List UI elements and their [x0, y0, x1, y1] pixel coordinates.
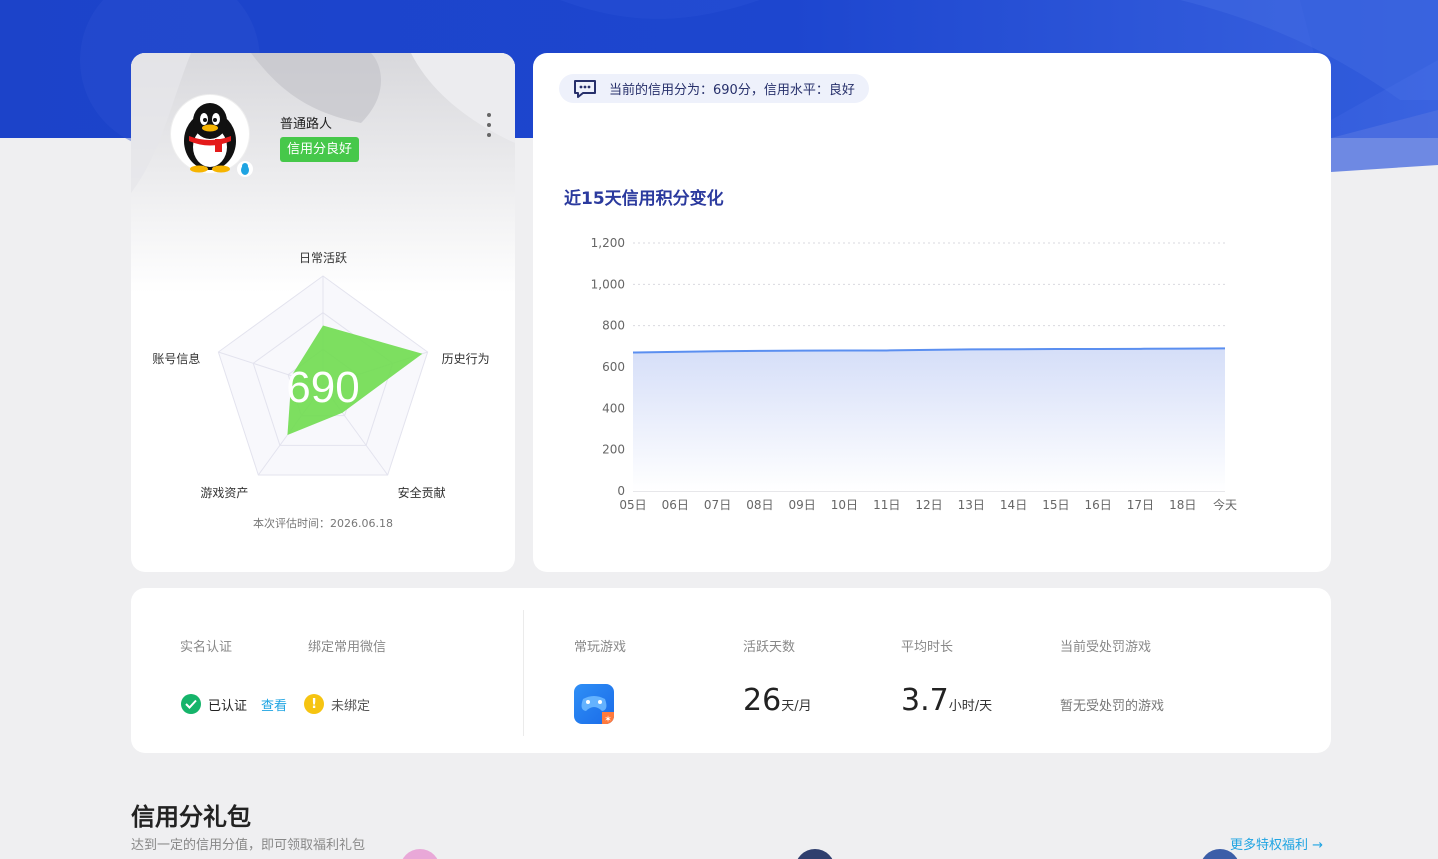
x-tick-label: 11日 [873, 498, 900, 512]
realname-status: 已认证 [208, 698, 248, 714]
credit-radar-chart: 690 日常活跃历史行为安全贡献 游戏资产 账号信息 [152, 251, 490, 500]
x-tick-label: 15日 [1042, 498, 1069, 512]
gift-section-subtitle: 达到一定的信用分值，即可领取福利礼包 [131, 838, 366, 853]
credit-profile-card: 普通路人 信用分良好 690 日常活跃历史行为安全贡献 游戏资产 账号信息 本次评估时… [131, 53, 515, 572]
active-days-label: 活跃天数 [743, 640, 796, 655]
radar-axis-label: 账号信息 [152, 351, 200, 366]
x-tick-label: 09日 [789, 498, 816, 512]
x-tick-label: 今天 [1213, 497, 1237, 512]
y-tick-label: 600 [602, 360, 625, 374]
games-label: 常玩游戏 [574, 640, 627, 655]
x-tick-label: 14日 [1000, 498, 1027, 512]
x-tick-label: 10日 [831, 498, 858, 512]
radar-axis-label: 日常活跃 [299, 251, 347, 265]
x-tick-label: 18日 [1169, 498, 1196, 512]
x-tick-label: 06日 [662, 498, 689, 512]
game-icon[interactable]: ✶ [574, 684, 614, 724]
credit-notice-text: 当前的信用分为：690分，信用水平：良好 [609, 83, 855, 98]
nickname: 普通路人 [280, 117, 333, 132]
y-tick-label: 200 [602, 443, 625, 457]
warning-icon: ! [304, 694, 325, 714]
credit-notice: 当前的信用分为：690分，信用水平：良好 [559, 74, 869, 103]
radar-axis-label: 游戏资产 [200, 486, 248, 500]
evaluation-time: 本次评估时间：2026.06.18 [253, 517, 393, 530]
more-privileges-link[interactable]: 更多特权福利 → [1230, 834, 1323, 853]
credit-trend-card: 0 200 400 600 800 1,000 1,200 05日 06日 07日 08日 09日 10… [533, 53, 1331, 572]
account-stats-card: 实名认证 绑定常用微信 已认证 查看 ! 未绑定 常玩游戏 ✶ 活跃天数 26天… [131, 588, 1331, 753]
stats-divider [523, 610, 524, 736]
x-tick-label: 07日 [704, 498, 731, 512]
more-vertical-icon[interactable] [481, 113, 497, 137]
y-tick-label: 1,200 [591, 236, 625, 250]
gift-item-peek [795, 849, 835, 859]
penalty-games-value: 暂无受处罚的游戏 [1060, 699, 1165, 714]
verification-status: 已认证 查看 ! 未绑定 [181, 694, 370, 714]
x-tick-label: 08日 [746, 498, 773, 512]
chart-title: 近15天信用积分变化 [564, 189, 724, 209]
wechat-label: 绑定常用微信 [308, 640, 387, 655]
avatar[interactable] [171, 95, 253, 177]
x-tick-label: 16日 [1085, 498, 1112, 512]
message-icon [574, 79, 596, 98]
check-circle-icon [181, 694, 201, 714]
y-tick-label: 1,000 [591, 277, 625, 291]
realname-label: 实名认证 [180, 640, 233, 655]
x-tick-label: 13日 [958, 498, 985, 512]
gift-item-peek [400, 849, 440, 859]
gift-section-title: 信用分礼包 [131, 803, 251, 831]
y-tick-label: 800 [602, 319, 625, 333]
x-tick-label: 17日 [1127, 498, 1154, 512]
credit-score-value: 690 [286, 363, 359, 412]
x-tick-label: 12日 [915, 498, 942, 512]
svg-text:✶: ✶ [604, 715, 612, 724]
y-tick-label: 0 [617, 484, 625, 498]
qq-badge-icon [237, 161, 253, 177]
wechat-status: 未绑定 [331, 698, 371, 714]
x-tick-label: 05日 [619, 498, 646, 512]
radar-axis-label: 安全贡献 [398, 485, 446, 500]
view-realname-link[interactable]: 查看 [261, 695, 287, 714]
penalty-games-label: 当前受处罚游戏 [1060, 640, 1152, 655]
credit-trend-chart: 0 200 400 600 800 1,000 1,200 05日 06日 07日 08日 09日 10… [591, 236, 1237, 512]
avg-duration-label: 平均时长 [901, 640, 954, 655]
series-area [633, 348, 1225, 491]
credit-level-badge: 信用分良好 [280, 137, 360, 162]
radar-axis-label: 历史行为 [442, 352, 490, 366]
active-days-value: 26天/月 [743, 683, 812, 718]
y-tick-label: 400 [602, 401, 625, 415]
avg-duration-value: 3.7小时/天 [901, 683, 993, 718]
